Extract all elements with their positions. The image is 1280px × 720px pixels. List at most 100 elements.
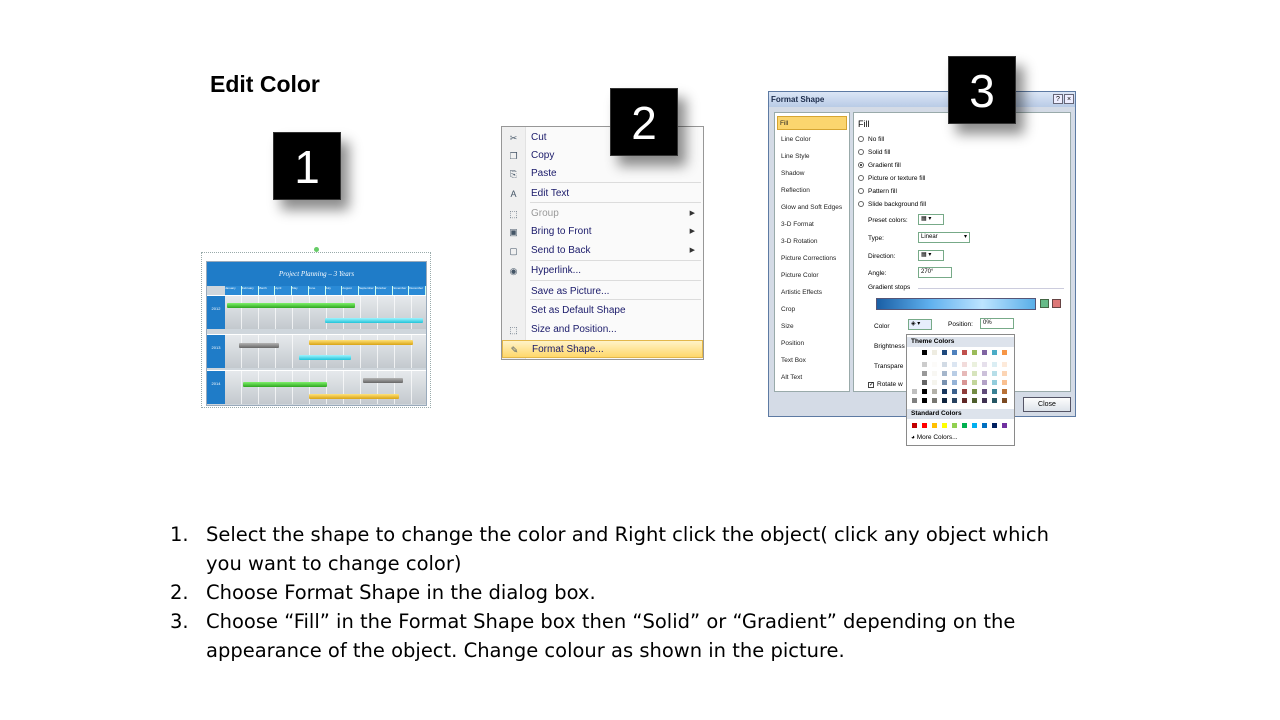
theme-color-swatch[interactable] bbox=[981, 379, 988, 386]
standard-color-swatch[interactable] bbox=[941, 422, 948, 429]
theme-color-swatch[interactable] bbox=[971, 370, 978, 377]
gantt-bar-cyan[interactable] bbox=[325, 318, 423, 323]
nav-item-reflection[interactable]: Reflection bbox=[779, 184, 849, 198]
fill-option-slide-background-fill[interactable]: Slide background fill bbox=[858, 201, 926, 208]
nav-item-alt-text[interactable]: Alt Text bbox=[779, 371, 849, 385]
theme-color-swatch[interactable] bbox=[981, 361, 988, 368]
nav-item-glow-and-soft-edges[interactable]: Glow and Soft Edges bbox=[779, 201, 849, 215]
theme-color-swatch[interactable] bbox=[1001, 349, 1008, 356]
theme-color-swatch[interactable] bbox=[941, 397, 948, 404]
position-spinner[interactable]: 0% bbox=[980, 318, 1014, 329]
gradient-stops-bar[interactable] bbox=[876, 298, 1036, 310]
theme-color-swatch[interactable] bbox=[981, 349, 988, 356]
nav-item-picture-corrections[interactable]: Picture Corrections bbox=[779, 252, 849, 266]
theme-color-swatch[interactable] bbox=[991, 397, 998, 404]
theme-color-swatch[interactable] bbox=[931, 361, 938, 368]
menu-item-group[interactable]: ⬚ Group ▶ bbox=[502, 205, 703, 223]
standard-color-swatch[interactable] bbox=[1001, 422, 1008, 429]
theme-color-swatch[interactable] bbox=[931, 379, 938, 386]
standard-color-swatch[interactable] bbox=[961, 422, 968, 429]
color-picker-button[interactable]: ◈ ▾ bbox=[908, 319, 932, 330]
theme-color-swatch[interactable] bbox=[961, 397, 968, 404]
nav-item-line-style[interactable]: Line Style bbox=[779, 150, 849, 164]
nav-item-artistic-effects[interactable]: Artistic Effects bbox=[779, 286, 849, 300]
more-colors-link[interactable]: ◕ More Colors... bbox=[911, 434, 958, 441]
theme-color-swatch[interactable] bbox=[911, 388, 918, 395]
gantt-bar-gray[interactable] bbox=[239, 343, 279, 348]
theme-color-swatch[interactable] bbox=[931, 388, 938, 395]
theme-color-swatch[interactable] bbox=[921, 379, 928, 386]
gantt-bar-gold[interactable] bbox=[309, 394, 399, 399]
nav-item-picture-color[interactable]: Picture Color bbox=[779, 269, 849, 283]
gantt-bar-gold[interactable] bbox=[309, 340, 413, 345]
theme-color-swatch[interactable] bbox=[971, 397, 978, 404]
theme-color-swatch[interactable] bbox=[941, 370, 948, 377]
theme-color-swatch[interactable] bbox=[1001, 397, 1008, 404]
theme-color-swatch[interactable] bbox=[911, 349, 918, 356]
theme-color-swatch[interactable] bbox=[921, 388, 928, 395]
remove-stop-icon[interactable] bbox=[1052, 299, 1061, 308]
theme-color-swatch[interactable] bbox=[941, 388, 948, 395]
theme-color-swatch[interactable] bbox=[951, 370, 958, 377]
theme-color-swatch[interactable] bbox=[921, 349, 928, 356]
theme-color-swatch[interactable] bbox=[991, 379, 998, 386]
theme-color-swatch[interactable] bbox=[961, 379, 968, 386]
theme-color-swatch[interactable] bbox=[951, 361, 958, 368]
theme-color-swatch[interactable] bbox=[971, 349, 978, 356]
theme-color-swatch[interactable] bbox=[931, 370, 938, 377]
fill-option-picture-or-texture-fill[interactable]: Picture or texture fill bbox=[858, 175, 925, 182]
gantt-bar-gray[interactable] bbox=[363, 378, 403, 383]
theme-color-swatch[interactable] bbox=[941, 379, 948, 386]
dialog-close-icon[interactable]: × bbox=[1064, 94, 1074, 104]
close-button[interactable]: Close bbox=[1023, 397, 1071, 412]
theme-color-swatch[interactable] bbox=[921, 361, 928, 368]
theme-color-swatch[interactable] bbox=[991, 370, 998, 377]
rotation-handle[interactable] bbox=[314, 247, 319, 252]
nav-item-3-d-rotation[interactable]: 3-D Rotation bbox=[779, 235, 849, 249]
gantt-bar-green[interactable] bbox=[227, 303, 355, 308]
menu-item-send-to-back[interactable]: ▢ Send to Back ▶ bbox=[502, 242, 703, 260]
theme-color-swatch[interactable] bbox=[1001, 361, 1008, 368]
theme-color-swatch[interactable] bbox=[911, 361, 918, 368]
menu-item-bring-to-front[interactable]: ▣ Bring to Front ▶ bbox=[502, 223, 703, 241]
standard-color-swatch[interactable] bbox=[931, 422, 938, 429]
rotate-with-shape-checkbox[interactable]: ✓ Rotate w bbox=[868, 381, 903, 388]
theme-color-swatch[interactable] bbox=[951, 388, 958, 395]
theme-color-swatch[interactable] bbox=[971, 388, 978, 395]
theme-color-swatch[interactable] bbox=[961, 361, 968, 368]
add-stop-icon[interactable] bbox=[1040, 299, 1049, 308]
theme-color-swatch[interactable] bbox=[941, 349, 948, 356]
menu-item-size-and-position[interactable]: ⬚ Size and Position... bbox=[502, 321, 703, 339]
nav-item-3-d-format[interactable]: 3-D Format bbox=[779, 218, 849, 232]
theme-color-swatch[interactable] bbox=[931, 349, 938, 356]
standard-color-swatch[interactable] bbox=[911, 422, 918, 429]
theme-color-swatch[interactable] bbox=[981, 397, 988, 404]
theme-color-swatch[interactable] bbox=[941, 361, 948, 368]
menu-item-paste[interactable]: ⎘ Paste bbox=[502, 165, 703, 183]
theme-color-swatch[interactable] bbox=[951, 379, 958, 386]
theme-color-swatch[interactable] bbox=[981, 388, 988, 395]
nav-item-shadow[interactable]: Shadow bbox=[779, 167, 849, 181]
theme-color-swatch[interactable] bbox=[961, 370, 968, 377]
fill-option-gradient-fill[interactable]: Gradient fill bbox=[858, 162, 901, 169]
theme-color-swatch[interactable] bbox=[1001, 379, 1008, 386]
standard-color-swatch[interactable] bbox=[971, 422, 978, 429]
fill-option-solid-fill[interactable]: Solid fill bbox=[858, 149, 890, 156]
standard-color-swatch[interactable] bbox=[951, 422, 958, 429]
theme-color-swatch[interactable] bbox=[991, 388, 998, 395]
theme-color-swatch[interactable] bbox=[921, 397, 928, 404]
nav-item-size[interactable]: Size bbox=[779, 320, 849, 334]
gantt-bar-cyan[interactable] bbox=[299, 355, 351, 360]
theme-color-swatch[interactable] bbox=[971, 361, 978, 368]
theme-color-swatch[interactable] bbox=[911, 370, 918, 377]
menu-item-hyperlink[interactable]: ◉ Hyperlink... bbox=[502, 262, 703, 280]
menu-item-format-shape[interactable]: ✎ Format Shape... bbox=[502, 340, 703, 358]
nav-item-line-color[interactable]: Line Color bbox=[779, 133, 849, 147]
angle-spinner[interactable]: 270° bbox=[918, 267, 952, 278]
standard-color-swatch[interactable] bbox=[981, 422, 988, 429]
menu-item-set-as-default-shape[interactable]: Set as Default Shape bbox=[502, 302, 703, 320]
theme-color-swatch[interactable] bbox=[1001, 388, 1008, 395]
gantt-bar-green[interactable] bbox=[243, 382, 327, 387]
theme-color-swatch[interactable] bbox=[951, 349, 958, 356]
theme-color-swatch[interactable] bbox=[921, 370, 928, 377]
